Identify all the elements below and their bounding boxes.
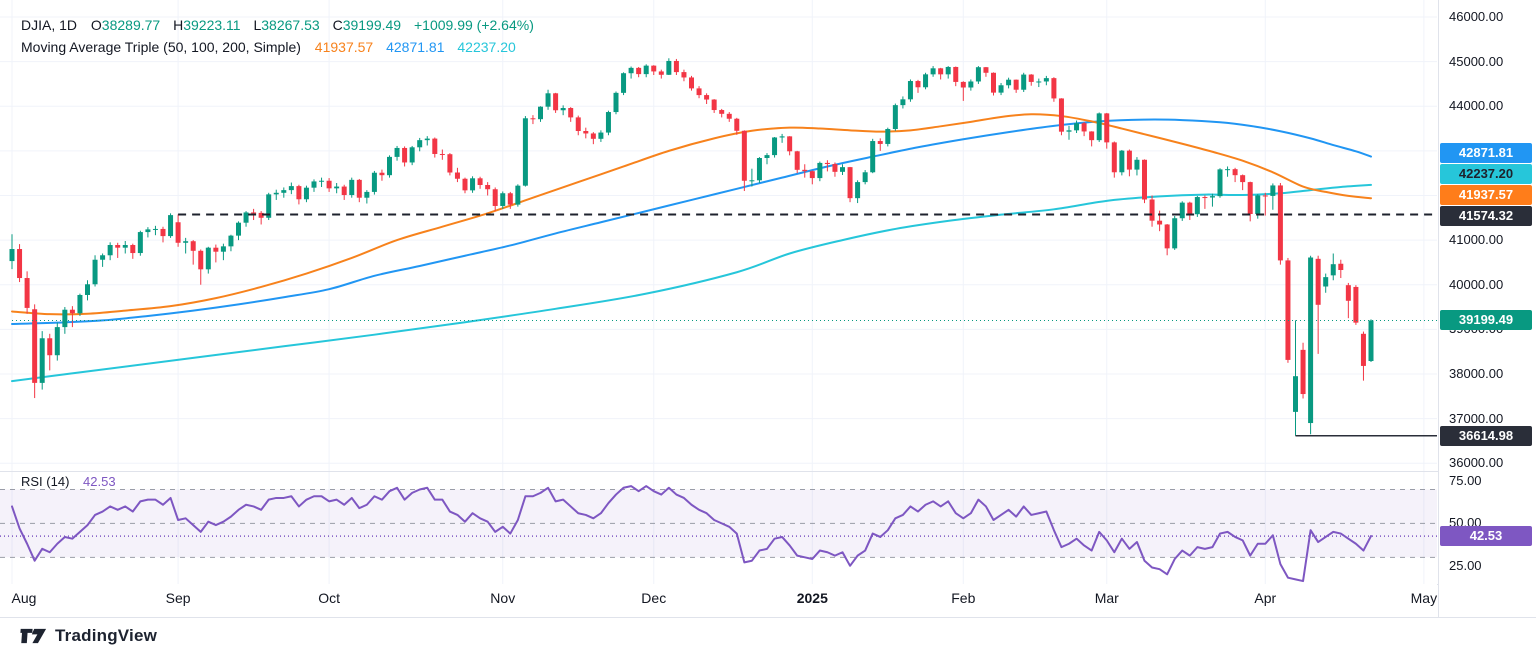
chart-root: DJIA, 1D O38289.77 H39223.11 L38267.53 C… [0, 0, 1536, 661]
price-axis[interactable]: 46000.00 45000.00 44000.00 41000.00 40000.00… [1438, 0, 1536, 617]
ma200-value: 42237.20 [457, 39, 516, 55]
time-axis-label: Sep [165, 590, 191, 606]
time-axis-label: May [1410, 590, 1438, 606]
time-axis-label: Mar [1094, 590, 1119, 606]
price-badge: 41574.32 [1440, 206, 1532, 226]
pane-divider[interactable] [0, 471, 1536, 472]
rsi-legend: RSI (14) 42.53 [21, 474, 116, 489]
price-badge: 41937.57 [1440, 185, 1532, 205]
tradingview-logo-text: TradingView [55, 626, 158, 645]
price-badge: 42871.81 [1440, 143, 1532, 163]
close-value: 39199.49 [342, 17, 402, 33]
close-label: C [332, 17, 343, 33]
price-badge: 36614.98 [1440, 425, 1532, 446]
bottom-border [0, 617, 1536, 618]
time-axis-label: 2025 [796, 590, 828, 606]
ma100-value: 42871.81 [386, 39, 445, 55]
high-label: H [173, 17, 184, 33]
change-value: +1009.99 (+2.64%) [413, 17, 534, 33]
ma-indicator-label[interactable]: Moving Average Triple (50, 100, 200, Sim… [21, 39, 301, 55]
price-tick: 46000.00 [1449, 9, 1504, 24]
time-axis-label: Nov [490, 590, 516, 606]
symbol-title[interactable]: DJIA, 1D [21, 17, 77, 33]
price-tick: 37000.00 [1449, 410, 1504, 426]
ma-indicator-row: Moving Average Triple (50, 100, 200, Sim… [21, 36, 534, 58]
price-chart-canvas[interactable] [0, 0, 1536, 661]
symbol-row: DJIA, 1D O38289.77 H39223.11 L38267.53 C… [21, 14, 534, 36]
open-label: O [90, 17, 102, 33]
price-tick: 45000.00 [1449, 53, 1504, 69]
time-axis-label: Dec [641, 590, 667, 606]
tradingview-logo[interactable]: TradingView [20, 626, 157, 646]
open-value: 38289.77 [101, 17, 161, 33]
time-axis-label: Apr [1254, 590, 1277, 606]
rsi-badge: 42.53 [1440, 526, 1532, 547]
symbol-legend: DJIA, 1D O38289.77 H39223.11 L38267.53 C… [21, 14, 534, 58]
price-tick: 36000.00 [1449, 455, 1504, 471]
time-axis-label: Feb [951, 590, 976, 606]
price-badge: 39199.49 [1440, 310, 1532, 331]
time-axis-label: Oct [318, 590, 340, 606]
high-value: 39223.11 [183, 17, 241, 33]
tradingview-logo-icon [20, 628, 47, 644]
ma50-value: 41937.57 [314, 39, 374, 55]
price-tick: 40000.00 [1449, 276, 1504, 292]
price-tick: 44000.00 [1449, 98, 1504, 114]
rsi-current-value: 42.53 [83, 474, 116, 489]
price-badge: 42237.20 [1440, 164, 1532, 184]
rsi-indicator-label[interactable]: RSI (14) [21, 474, 69, 489]
price-tick: 41000.00 [1449, 232, 1504, 248]
time-axis[interactable]: Aug Sep Oct Nov Dec 2025 Feb Mar Apr May [0, 584, 1437, 617]
rsi-tick: 25.00 [1449, 557, 1482, 573]
rsi-tick: 75.00 [1449, 473, 1482, 488]
time-axis-label: Aug [11, 590, 37, 606]
price-tick: 38000.00 [1449, 365, 1504, 381]
low-value: 38267.53 [261, 17, 320, 33]
